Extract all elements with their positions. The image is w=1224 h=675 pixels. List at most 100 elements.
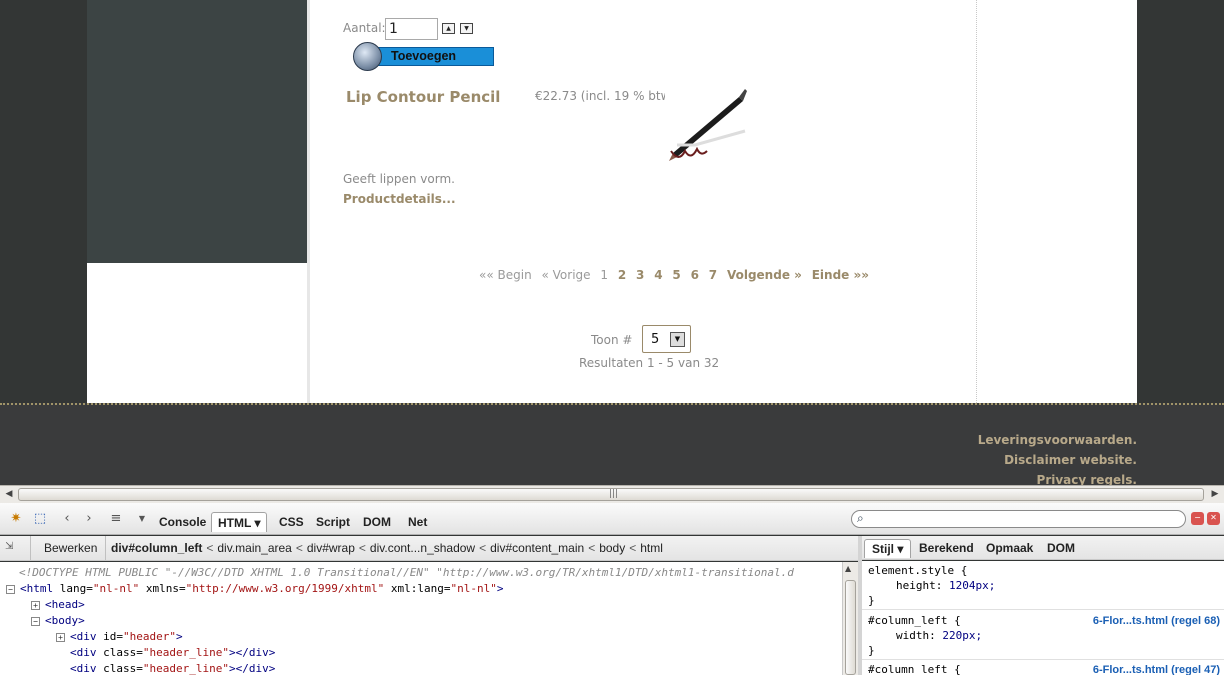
tag-close: > xyxy=(175,630,183,643)
quantity-input[interactable]: 1 xyxy=(385,18,438,40)
dropdown-icon[interactable]: ▼ xyxy=(133,510,151,528)
list-icon[interactable]: ≡ xyxy=(107,510,125,528)
tab-net[interactable]: Net xyxy=(402,512,433,532)
expand-icon[interactable]: + xyxy=(31,600,40,610)
property-name: height: xyxy=(896,579,943,592)
footer-link-delivery-terms[interactable]: Leveringsvoorwaarden. xyxy=(978,433,1137,447)
breadcrumb-item[interactable]: div.cont...n_shadow xyxy=(370,541,475,555)
breadcrumb-item[interactable]: div.main_area xyxy=(217,541,291,555)
breadcrumb-current[interactable]: div#column_left xyxy=(111,541,202,555)
attr-name: xmlns= xyxy=(139,582,186,595)
attr-value: "header_line" xyxy=(142,646,229,659)
right-column xyxy=(976,0,1137,403)
expand-icon[interactable]: ⇲ xyxy=(5,541,23,557)
tab-style[interactable]: Stijl ▾ xyxy=(864,539,912,558)
pagination-page-current: 1 xyxy=(600,268,609,282)
tag-name: <head> xyxy=(45,598,85,611)
breadcrumb-item[interactable]: body xyxy=(599,541,625,555)
attr-value: "http://www.w3.org/1999/xhtml" xyxy=(185,582,385,595)
collapse-icon[interactable]: − xyxy=(6,584,15,594)
rule-source-link[interactable]: 6-Flor...ts.html (regel 47) xyxy=(1093,664,1220,675)
quantity-label: Aantal: xyxy=(343,21,386,35)
attr-value: "nl-nl" xyxy=(450,582,497,595)
rule-source-link[interactable]: 6-Flor...ts.html (regel 68) xyxy=(1093,615,1220,627)
per-page-select[interactable]: 5 ▼ xyxy=(642,325,691,353)
results-count: Resultaten 1 - 5 van 32 xyxy=(579,356,720,370)
attr-name: xml:lang= xyxy=(384,582,451,595)
footer-link-disclaimer[interactable]: Disclaimer website. xyxy=(1004,453,1137,467)
horizontal-scrollbar[interactable]: ◀ ||| ▶ xyxy=(0,485,1224,503)
tag-name: <body> xyxy=(45,614,85,627)
inspect-icon[interactable]: ⬚ xyxy=(31,510,49,528)
tag-close: > xyxy=(496,582,504,595)
firebug-bug-icon[interactable]: ✷ xyxy=(7,510,25,528)
tab-console[interactable]: Console xyxy=(153,512,212,532)
breadcrumb-separator: < xyxy=(295,541,303,555)
property-value: 220px; xyxy=(942,629,983,642)
scroll-right-icon[interactable]: ▶ xyxy=(1208,488,1222,501)
pencil-product-image[interactable] xyxy=(665,85,755,165)
property-value: 1204px; xyxy=(948,579,996,592)
rule-property[interactable]: width: 220px; xyxy=(896,629,982,642)
tree-line-head[interactable]: + <head> xyxy=(31,597,85,613)
breadcrumb-item[interactable]: div#wrap xyxy=(307,541,355,555)
html-tree-panel: <!DOCTYPE HTML PUBLIC "-//W3C//DTD XHTML… xyxy=(0,562,842,675)
pagination-page[interactable]: 5 xyxy=(672,268,680,282)
tab-dom[interactable]: DOM xyxy=(357,512,397,532)
add-to-cart-button[interactable]: Toevoegen xyxy=(353,42,494,71)
pagination-prev: « Vorige xyxy=(541,268,591,282)
tab-css[interactable]: CSS xyxy=(273,512,310,532)
pagination-first: «« Begin xyxy=(479,268,532,282)
tab-layout[interactable]: Opmaak xyxy=(979,539,1040,558)
scrollbar-thumb[interactable]: ||| xyxy=(18,488,1204,501)
pagination-last[interactable]: Einde »» xyxy=(812,268,869,282)
product-description: Geeft lippen vorm. xyxy=(343,172,455,186)
product-details-link[interactable]: Productdetails... xyxy=(343,192,456,206)
scrollbar-thumb[interactable] xyxy=(845,580,856,675)
scroll-up-icon[interactable]: ▲ xyxy=(845,564,851,573)
close-icon[interactable]: ✕ xyxy=(1207,512,1220,525)
tree-line-html[interactable]: − <html lang="nl-nl" xmlns="http://www.w3… xyxy=(6,581,504,597)
pagination-page[interactable]: 2 xyxy=(618,268,626,282)
back-icon[interactable]: ‹ xyxy=(58,510,76,528)
attr-value: "nl-nl" xyxy=(92,582,140,595)
pagination-next[interactable]: Volgende » xyxy=(727,268,802,282)
pagination-page[interactable]: 3 xyxy=(636,268,644,282)
tree-line-div-header-line[interactable]: <div class="header_line"></div> xyxy=(70,645,275,661)
tree-line-body[interactable]: − <body> xyxy=(31,613,85,629)
pagination-page[interactable]: 6 xyxy=(691,268,699,282)
breadcrumb-item[interactable]: div#content_main xyxy=(490,541,584,555)
chevron-down-icon[interactable]: ▼ xyxy=(670,332,685,347)
forward-icon[interactable]: › xyxy=(80,510,98,528)
rule-property[interactable]: height: 1204px; xyxy=(896,579,995,592)
tree-line-doctype: <!DOCTYPE HTML PUBLIC "-//W3C//DTD XHTML… xyxy=(19,565,794,581)
collapse-icon[interactable]: − xyxy=(31,616,40,626)
pagination-page[interactable]: 4 xyxy=(654,268,662,282)
breadcrumb-separator: < xyxy=(588,541,596,555)
attr-value: "header_line" xyxy=(142,662,229,675)
tab-script[interactable]: Script xyxy=(310,512,356,532)
rule-divider xyxy=(862,659,1224,660)
scroll-left-icon[interactable]: ◀ xyxy=(2,488,16,501)
per-page-label: Toon # xyxy=(591,333,633,347)
breadcrumb-item[interactable]: html xyxy=(640,541,663,555)
tag-close: ></div> xyxy=(228,662,276,675)
quantity-up-button[interactable]: ▲ xyxy=(442,23,455,34)
tree-line-div-header[interactable]: + <div id="header"> xyxy=(56,629,183,645)
site-footer: Leveringsvoorwaarden. Disclaimer website… xyxy=(0,403,1224,487)
minimize-icon[interactable]: − xyxy=(1191,512,1204,525)
quantity-down-button[interactable]: ▼ xyxy=(460,23,473,34)
firebug-search-input[interactable]: ⌕ xyxy=(851,510,1186,528)
tree-vertical-scrollbar[interactable]: ▲ xyxy=(842,562,858,675)
expand-icon[interactable]: + xyxy=(56,632,65,642)
edit-button[interactable]: Bewerken xyxy=(30,536,107,560)
product-name[interactable]: Lip Contour Pencil xyxy=(346,88,500,106)
tab-computed[interactable]: Berekend xyxy=(912,539,981,558)
tab-html[interactable]: HTML ▾ xyxy=(211,512,268,532)
tag-close: ></div> xyxy=(228,646,276,659)
tab-side-dom[interactable]: DOM xyxy=(1040,539,1082,558)
breadcrumb: div#column_left < div.main_area < div#wrap < d… xyxy=(111,541,663,555)
pagination-page[interactable]: 7 xyxy=(709,268,717,282)
rule-close: } xyxy=(868,644,875,657)
tree-line-div-header-line[interactable]: <div class="header_line"></div> xyxy=(70,661,275,675)
